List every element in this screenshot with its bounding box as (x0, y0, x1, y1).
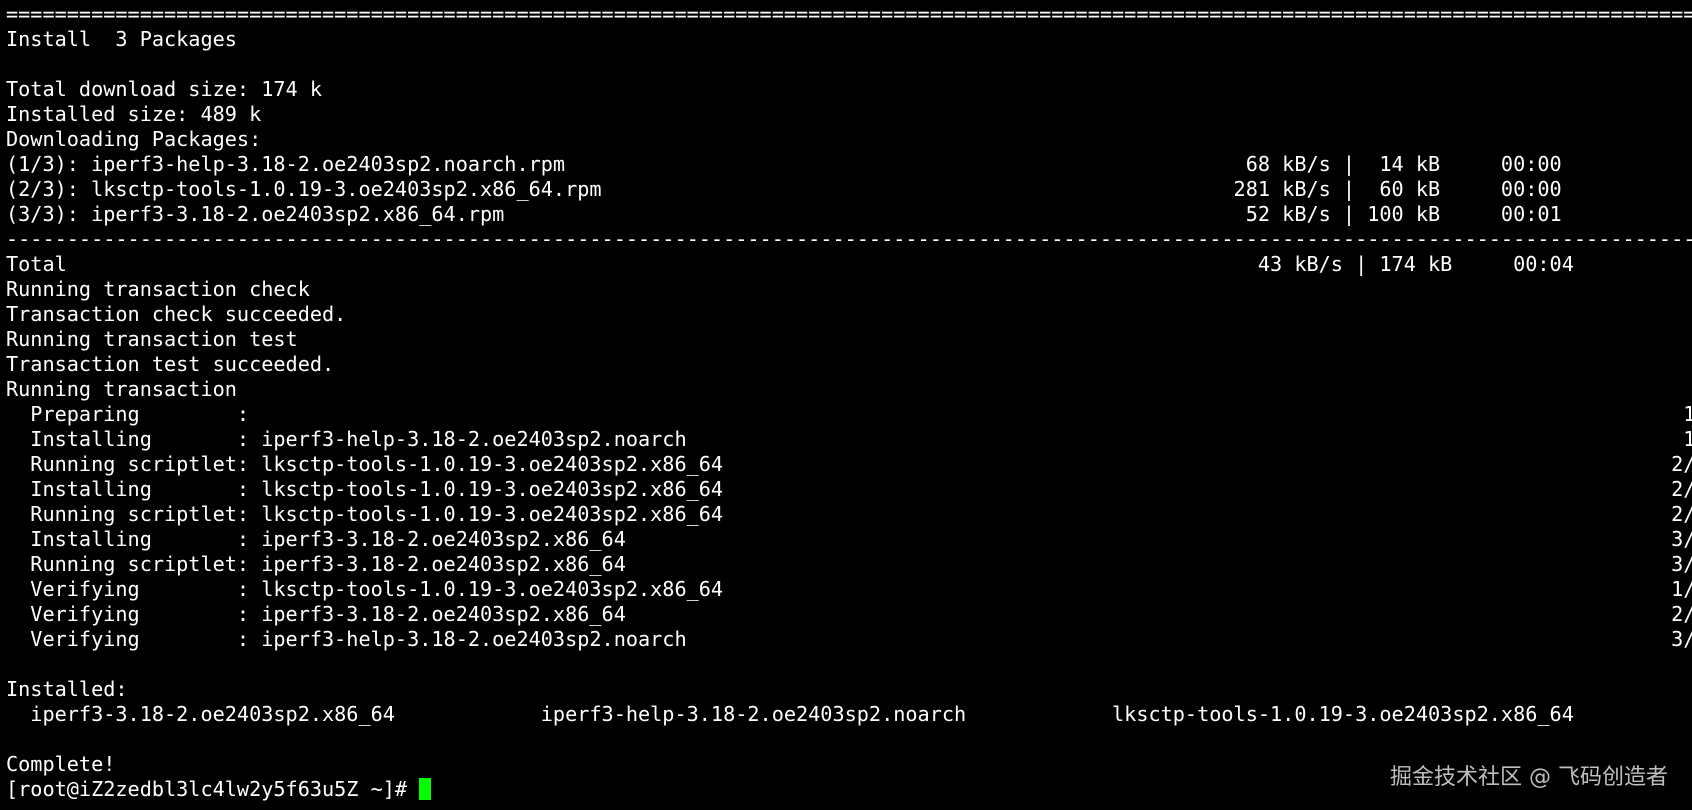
terminal-output-line: Running transaction check (6, 277, 310, 301)
terminal-output-line: Total download size: 174 k (6, 77, 323, 101)
terminal-output-line: Installed: (6, 677, 128, 701)
terminal-output-line: (3/3): iperf3-3.18-2.oe2403sp2.x86_64.rp… (6, 202, 1562, 226)
terminal-window[interactable]: ========================================… (0, 0, 1692, 810)
terminal-output: ========================================… (6, 2, 1692, 777)
terminal-output-line: Verifying : iperf3-help-3.18-2.oe2403sp2… (6, 627, 1692, 651)
terminal-output-line: Running scriptlet: iperf3-3.18-2.oe2403s… (6, 552, 1692, 576)
terminal-output-line: Installing : iperf3-help-3.18-2.oe2403sp… (6, 427, 1692, 451)
terminal-output-line: Total 43 kB/s | 174 kB 00:04 (6, 252, 1574, 276)
shell-prompt: [root@iZ2zedbl3lc4lw2y5f63u5Z ~]# (6, 777, 420, 801)
terminal-output-line: iperf3-3.18-2.oe2403sp2.x86_64 iperf3-he… (6, 702, 1574, 726)
watermark-text: 掘金技术社区 @ 飞码创造者 (1390, 765, 1668, 790)
terminal-output-line: Install 3 Packages (6, 27, 237, 51)
terminal-output-line: Verifying : iperf3-3.18-2.oe2403sp2.x86_… (6, 602, 1692, 626)
terminal-output-line: ========================================… (6, 2, 1692, 26)
terminal-output-line: Running transaction (6, 377, 237, 401)
terminal-output-line: Transaction check succeeded. (6, 302, 347, 326)
terminal-output-line: Installed size: 489 k (6, 102, 262, 126)
terminal-output-line: Installing : iperf3-3.18-2.oe2403sp2.x86… (6, 527, 1692, 551)
terminal-output-line: ----------------------------------------… (6, 227, 1692, 251)
terminal-output-line: Installing : lksctp-tools-1.0.19-3.oe240… (6, 477, 1692, 501)
terminal-output-line: Running scriptlet: lksctp-tools-1.0.19-3… (6, 502, 1692, 526)
terminal-output-line: Preparing : 1/1 (6, 402, 1692, 426)
terminal-cursor (419, 778, 432, 800)
terminal-output-line: Downloading Packages: (6, 127, 262, 151)
terminal-output-line: Transaction test succeeded. (6, 352, 335, 376)
terminal-output-line: (1/3): iperf3-help-3.18-2.oe2403sp2.noar… (6, 152, 1562, 176)
terminal-output-line: Verifying : lksctp-tools-1.0.19-3.oe2403… (6, 577, 1692, 601)
terminal-output-line: Running transaction test (6, 327, 298, 351)
terminal-output-line: Running scriptlet: lksctp-tools-1.0.19-3… (6, 452, 1692, 476)
terminal-output-line: (2/3): lksctp-tools-1.0.19-3.oe2403sp2.x… (6, 177, 1562, 201)
